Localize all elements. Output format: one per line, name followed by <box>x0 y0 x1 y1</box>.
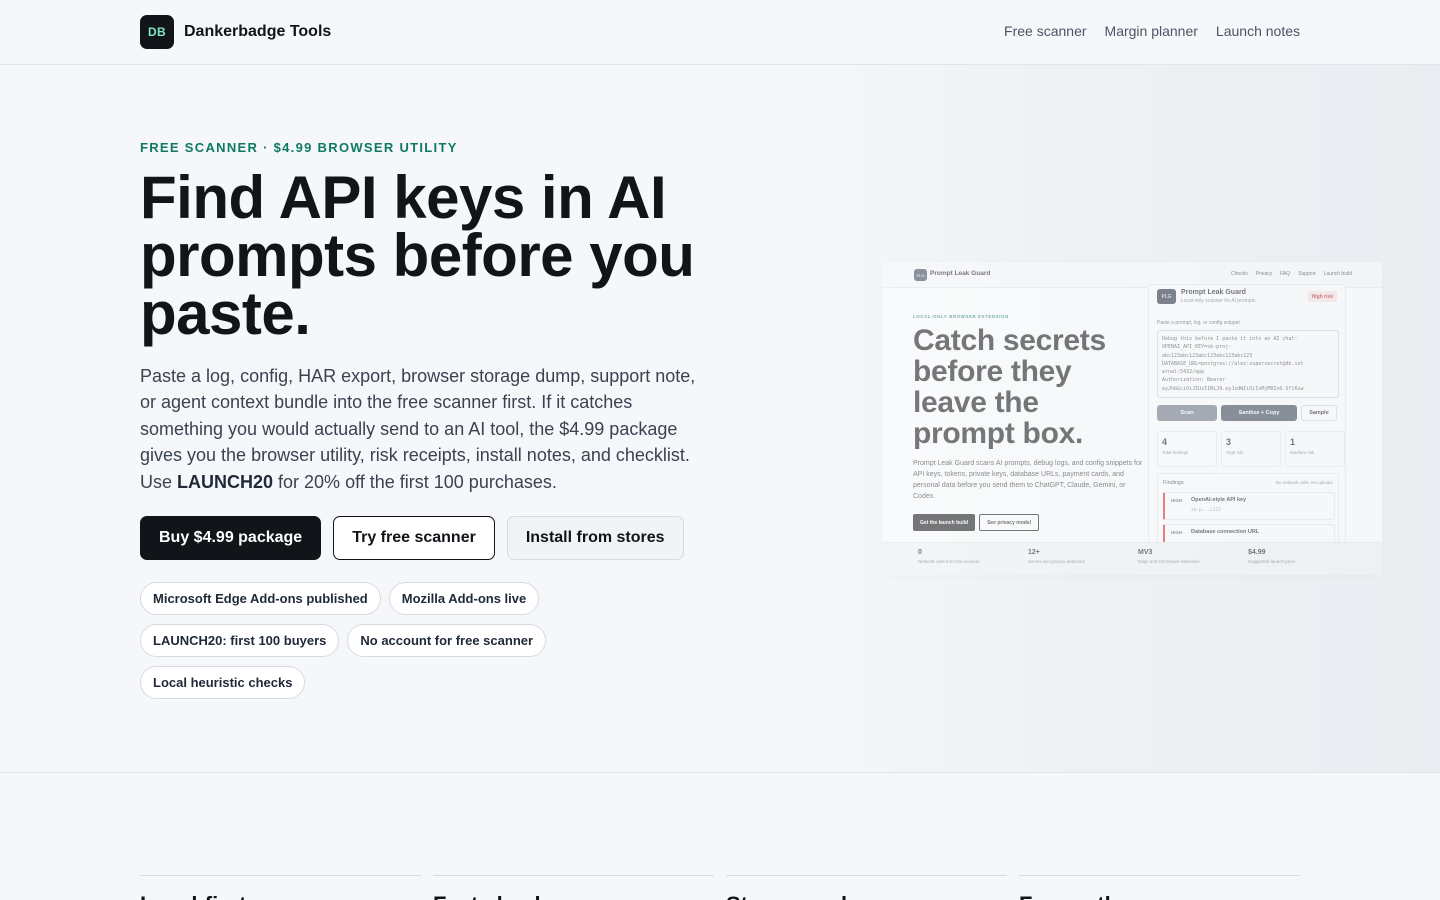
install-from-stores-button[interactable]: Install from stores <box>506 516 684 560</box>
feature-row: Local-first Fast check Stores ready Free… <box>140 875 1300 900</box>
try-free-scanner-button[interactable]: Try free scanner <box>333 516 495 560</box>
launch-code: LAUNCH20 <box>177 471 274 492</box>
feature-title: Stores ready <box>726 892 1007 900</box>
cta-row: Buy $4.99 package Try free scanner Insta… <box>140 516 684 560</box>
hero-lead: Paste a log, config, HAR export, browser… <box>140 363 705 495</box>
nav-link-margin-planner[interactable]: Margin planner <box>1105 23 1198 39</box>
preview-stat-total: 4 Total findings <box>1157 431 1217 467</box>
feature-local-first: Local-first <box>140 875 421 900</box>
preview-body: Prompt Leak Guard scans AI prompts, debu… <box>913 460 1143 500</box>
preview-buttons: Get the launch build See privacy model <box>913 514 1039 531</box>
feature-title: Local-first <box>140 892 421 900</box>
top-navigation-bar: DB Dankerbadge Tools Free scanner Margin… <box>0 0 1440 65</box>
chip-launch-code: LAUNCH20: first 100 buyers <box>140 624 340 657</box>
feature-fast-check: Fast check <box>433 875 714 900</box>
hero-section: FREE SCANNER · $4.99 BROWSER UTILITY Fin… <box>0 65 1440 773</box>
buy-package-button[interactable]: Buy $4.99 package <box>140 516 322 560</box>
preview-nav-item: Checks <box>1231 271 1248 277</box>
preview-sample-button: Sample <box>1301 405 1337 421</box>
chip-local-checks: Local heuristic checks <box>140 666 306 699</box>
preview-findings: Findings No network calls. No upload. HI… <box>1157 473 1339 552</box>
feature-free-path: Free path <box>1019 875 1300 900</box>
brand-logo: DB <box>140 15 174 49</box>
preview-input-textarea: Debug this before I paste it into an AI … <box>1157 330 1339 398</box>
feature-title: Free path <box>1019 892 1300 900</box>
chip-mozilla-addons: Mozilla Add-ons live <box>388 582 540 615</box>
preview-actions: Scan Sanitize + Copy Sample <box>1157 405 1337 421</box>
preview-card-subtitle: Local-only scanner for AI prompts. <box>1181 298 1257 304</box>
main-nav: Free scanner Margin planner Launch notes <box>1004 23 1300 39</box>
preview-card-logo: PLG <box>1157 289 1176 304</box>
brand-home-link[interactable]: DB Dankerbadge Tools <box>140 15 331 49</box>
preview-input-label: Paste a prompt, log, or config snippet <box>1157 320 1240 326</box>
feature-title: Fast check <box>433 892 714 900</box>
hero-eyebrow: FREE SCANNER · $4.99 BROWSER UTILITY <box>140 140 458 155</box>
preview-kpi: MV3 Edge and Chromium extension <box>1138 549 1200 564</box>
nav-link-free-scanner[interactable]: Free scanner <box>1004 23 1086 39</box>
chip-edge-addons: Microsoft Edge Add-ons published <box>140 582 381 615</box>
product-screenshot-preview: PLG Prompt Leak Guard Checks Privacy FAQ… <box>882 262 1382 575</box>
feature-stores-ready: Stores ready <box>726 875 1007 900</box>
chip-no-account: No account for free scanner <box>347 624 547 657</box>
preview-scanner-card: PLG Prompt Leak Guard Local-only scanner… <box>1148 284 1346 552</box>
preview-eyebrow: LOCAL-ONLY BROWSER EXTENSION <box>913 314 1009 319</box>
preview-stats: 4 Total findings 3 High risk 1 Medium risk <box>1157 431 1345 467</box>
preview-finding-item: HIGH OpenAI-style API key sk-p...c123 <box>1163 492 1335 520</box>
preview-sanitize-button: Sanitize + Copy <box>1221 405 1297 421</box>
preview-nav-item: Launch build <box>1323 271 1352 277</box>
preview-nav-item: Support <box>1298 271 1316 277</box>
preview-logo: PLG <box>914 269 927 281</box>
preview-headline: Catch secrets before they leave the prom… <box>913 324 1106 450</box>
preview-kpi-strip: 0 Network calls from the scanner 12+ Secre… <box>882 542 1382 575</box>
preview-stat-medium: 1 Medium risk <box>1285 431 1345 467</box>
preview-scan-button: Scan <box>1157 405 1217 421</box>
preview-brand: Prompt Leak Guard <box>930 270 991 277</box>
preview-kpi: 0 Network calls from the scanner <box>918 549 980 564</box>
preview-card-title: Prompt Leak Guard <box>1181 289 1246 296</box>
preview-kpi: $4.99 Suggested launch price <box>1248 549 1296 564</box>
preview-nav-item: Privacy <box>1255 271 1273 277</box>
preview-kpi: 12+ Secret and privacy detectors <box>1028 549 1086 564</box>
preview-stat-high: 3 High risk <box>1221 431 1281 467</box>
brand-name: Dankerbadge Tools <box>184 23 332 40</box>
nav-link-launch-notes[interactable]: Launch notes <box>1216 23 1300 39</box>
preview-secondary-button: See privacy model <box>979 514 1039 531</box>
preview-nav-item: FAQ <box>1280 271 1291 277</box>
preview-nav: Checks Privacy FAQ Support Launch build <box>1231 271 1352 277</box>
preview-findings-note: No network calls. No upload. <box>1275 480 1333 485</box>
lead-text-after: for 20% off the first 100 purchases. <box>273 471 557 492</box>
hero-headline: Find API keys in AI prompts before you p… <box>140 164 695 347</box>
preview-findings-title: Findings <box>1163 480 1184 486</box>
preview-risk-badge: High risk <box>1307 291 1337 302</box>
preview-primary-button: Get the launch build <box>913 514 976 531</box>
trust-chips: Microsoft Edge Add-ons published Mozilla… <box>140 582 700 699</box>
